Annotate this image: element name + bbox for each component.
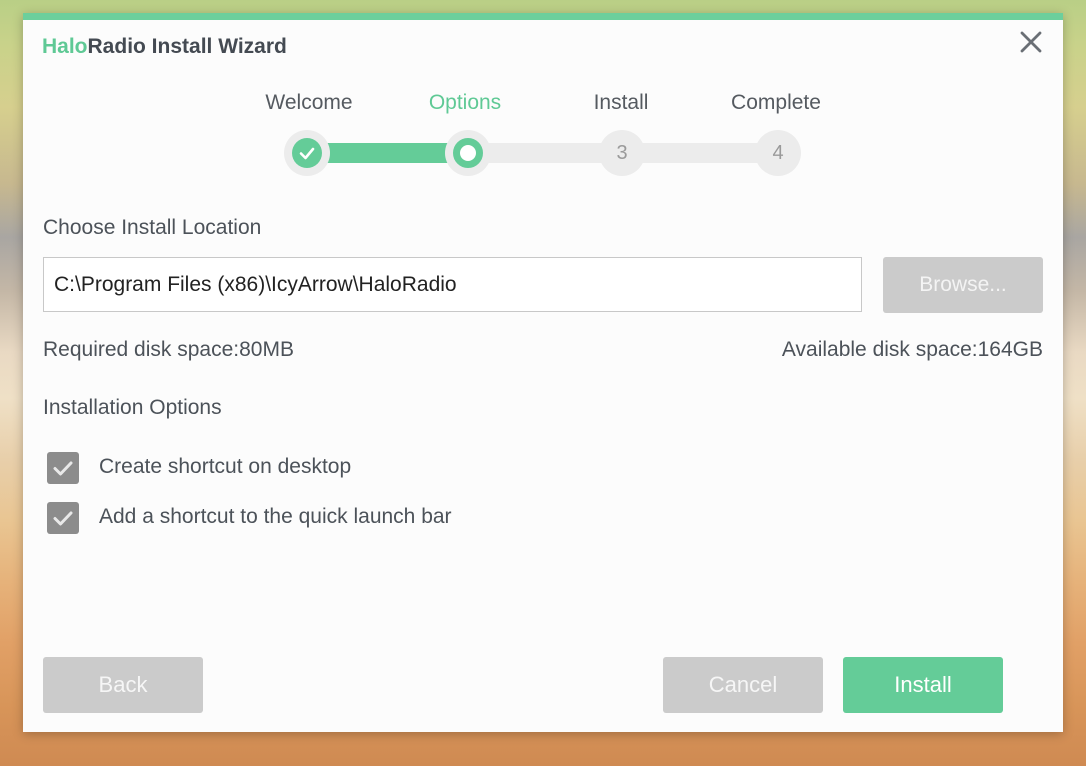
install-button[interactable]: Install [843,657,1003,713]
quick-launch-checkbox[interactable] [47,502,79,534]
check-icon [299,147,315,160]
step-node-options-dot [460,145,476,161]
installation-options-heading: Installation Options [43,396,222,419]
check-icon [53,511,73,526]
desktop-shortcut-checkbox[interactable] [47,452,79,484]
desktop-shortcut-label: Create shortcut on desktop [99,455,352,478]
option-quick-launch-shortcut[interactable]: Add a shortcut to the quick launch bar [47,502,567,534]
step-label-install: Install [593,91,649,114]
title-brand-accent: Halo [42,35,88,58]
window-title: HaloRadio Install Wizard [42,35,287,59]
step-label-complete: Complete [731,91,821,114]
install-path-input[interactable] [43,257,862,312]
step-node-welcome-fill [292,138,322,168]
title-text: Radio Install Wizard [87,35,287,58]
step-node-welcome [284,130,330,176]
close-button[interactable] [1017,28,1045,56]
available-disk-space: Available disk space:164GB [781,338,1043,361]
step-number-complete: 4 [772,142,784,164]
step-node-install: 3 [599,130,645,176]
install-wizard-dialog: HaloRadio Install Wizard Welcome Options… [23,13,1063,732]
step-label-options: Options [428,91,502,114]
step-node-complete: 4 [755,130,801,176]
browse-button[interactable]: Browse... [883,257,1043,313]
close-icon [1020,31,1042,53]
install-location-heading: Choose Install Location [43,216,262,239]
step-number-install: 3 [616,142,628,164]
quick-launch-label: Add a shortcut to the quick launch bar [99,505,452,528]
required-disk-space: Required disk space:80MB [43,338,294,361]
cancel-button[interactable]: Cancel [663,657,823,713]
step-node-options [445,130,491,176]
option-desktop-shortcut[interactable]: Create shortcut on desktop [47,452,547,484]
back-button[interactable]: Back [43,657,203,713]
dialog-accent-bar [23,13,1063,20]
step-label-welcome: Welcome [265,91,353,114]
check-icon [53,461,73,476]
stepper-progress [307,143,467,163]
